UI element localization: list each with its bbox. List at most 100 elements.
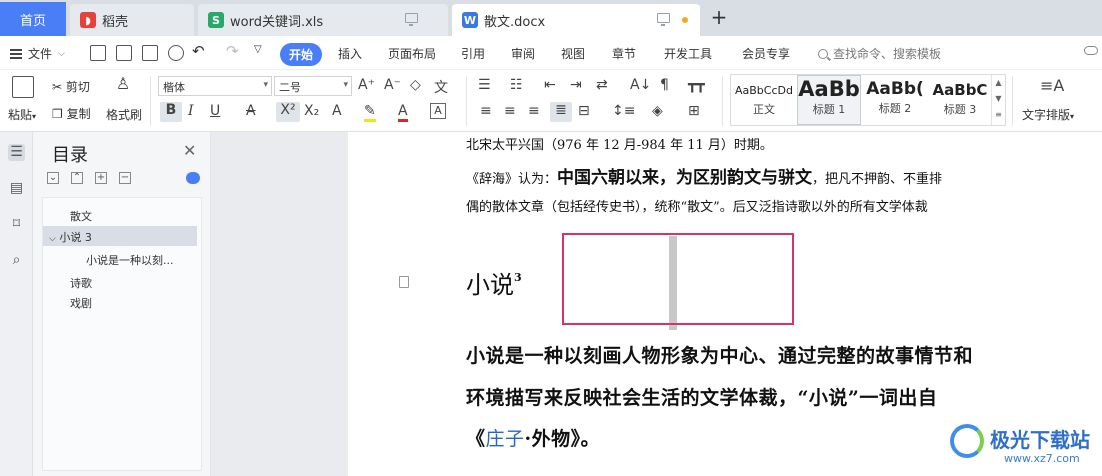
add-heading-icon[interactable]: +	[95, 172, 107, 184]
show-marks-icon[interactable]: ¶	[660, 77, 669, 93]
sort-icon[interactable]: A↓	[630, 77, 651, 93]
highlight-color-icon[interactable]: ✎	[364, 103, 376, 122]
heading-superscript: 3	[514, 271, 522, 284]
italic-icon[interactable]: I	[188, 103, 194, 119]
toc-item[interactable]: 小说是一种以刻...	[86, 252, 174, 268]
toc-title: 目录	[52, 145, 88, 166]
menu-tab-references[interactable]: 引用	[461, 45, 485, 62]
heading-novel: 小说3	[466, 265, 522, 300]
close-icon[interactable]: ✕	[183, 141, 196, 160]
bookmark-icon[interactable]: ⌑	[8, 216, 25, 233]
tab-docx-file[interactable]: W 散文.docx	[452, 4, 700, 36]
style-heading-2[interactable]: AaBb( 标题 2	[863, 75, 927, 125]
save-icon[interactable]	[90, 45, 106, 61]
text-effect-icon[interactable]: A	[332, 103, 342, 119]
menu-tab-developer[interactable]: 开发工具	[664, 45, 712, 62]
style-heading-3[interactable]: AaBbC 标题 3	[929, 75, 991, 125]
menu-tab-member[interactable]: 会员专享	[742, 45, 790, 62]
font-name-select[interactable]: 楷体 ▾	[158, 76, 272, 96]
ruler-icon[interactable]: ┳┳	[688, 77, 705, 93]
tab-daoke[interactable]: ◗ 稻壳	[70, 4, 194, 36]
chinese-layout-icon[interactable]: ⇄	[596, 77, 608, 93]
tab-home-label: 首页	[19, 13, 46, 29]
cut-button[interactable]: ✂ 剪切	[52, 78, 90, 95]
char-border-icon[interactable]: A	[430, 103, 446, 119]
ribbon-separator	[150, 76, 151, 126]
search-icon[interactable]: ⌕	[8, 252, 25, 269]
remove-heading-icon[interactable]: −	[119, 172, 131, 184]
menu-tab-page-layout[interactable]: 页面布局	[388, 45, 436, 62]
paste-button[interactable]: 粘贴▾	[8, 106, 36, 123]
borders-icon[interactable]: ⊞	[688, 103, 700, 119]
align-left-icon[interactable]: ≡	[480, 103, 492, 119]
chapter-nav-icon[interactable]: ▤	[8, 180, 25, 197]
align-center-icon[interactable]: ≡	[504, 103, 516, 119]
menu-tab-review[interactable]: 审阅	[511, 45, 535, 62]
pinyin-guide-icon[interactable]: 文	[434, 77, 448, 97]
print-icon[interactable]	[142, 45, 158, 61]
bold-icon[interactable]: B	[160, 102, 182, 122]
menu-tab-chapter[interactable]: 章节	[612, 45, 636, 62]
command-search[interactable]: 查找命令、搜索模板	[818, 45, 941, 62]
subscript-icon[interactable]: X₂	[304, 103, 319, 119]
chevron-down-icon: ▾	[343, 80, 348, 90]
underline-icon[interactable]: U	[210, 103, 220, 119]
tab-xls-file[interactable]: S word关键词.xls	[198, 4, 448, 36]
chevron-down-icon: ▼	[995, 94, 1002, 103]
new-tab-button[interactable]: +	[708, 6, 730, 30]
bullet-list-icon[interactable]: ☰	[478, 77, 491, 93]
decrease-font-icon[interactable]: A⁻	[384, 77, 401, 93]
print-preview-icon[interactable]	[168, 45, 184, 61]
paragraph-marker-icon[interactable]	[399, 276, 409, 288]
shading-icon[interactable]: ◈	[652, 103, 663, 119]
monitor-icon[interactable]	[405, 13, 418, 26]
line-spacing-icon[interactable]: ↕≡	[612, 103, 635, 119]
sync-icon[interactable]	[186, 172, 200, 184]
text-line: 偶的散体文章（包括经传史书），统称“散文”。后又泛指诗歌以外的所有文学体裁	[466, 200, 928, 215]
distributed-icon[interactable]: ⊟	[578, 103, 590, 119]
style-label: 标题 1	[812, 103, 846, 116]
ribbon-separator	[466, 76, 467, 126]
bold-text-span: 中国六朝以来，为区别韵文与骈文	[557, 168, 813, 188]
export-pdf-icon[interactable]	[116, 45, 132, 61]
text-layout-button[interactable]: 文字排版▾	[1022, 106, 1074, 123]
font-color-icon[interactable]: A	[398, 103, 408, 122]
site-watermark: 极光下载站 www.xz7.com	[950, 420, 1100, 474]
cloud-icon[interactable]	[1084, 46, 1098, 55]
undo-icon[interactable]: ↶	[192, 42, 205, 60]
increase-indent-icon[interactable]: ⇥	[570, 77, 582, 93]
toc-item[interactable]: 戏剧	[70, 295, 92, 311]
strikethrough-icon[interactable]: A	[246, 103, 256, 119]
toc-item-selected[interactable]: ⌵ 小说 3	[43, 226, 197, 246]
tab-home[interactable]: 首页	[0, 2, 66, 36]
toc-item[interactable]: 散文	[70, 208, 92, 224]
toc-item[interactable]: 诗歌	[70, 275, 92, 291]
justify-icon[interactable]: ≣	[550, 102, 572, 122]
aurora-logo-icon	[950, 424, 984, 458]
copy-button[interactable]: ❐ 复制	[52, 105, 91, 122]
decrease-indent-icon[interactable]: ⇤	[544, 77, 556, 93]
menu-tab-start[interactable]: 开始	[280, 43, 323, 66]
toc-icon[interactable]: ☰	[8, 144, 25, 161]
redo-icon[interactable]: ↷	[226, 42, 239, 60]
chevron-down-icon: ⌵	[49, 234, 56, 244]
increase-font-icon[interactable]: A⁺	[358, 77, 375, 93]
file-menu[interactable]: 文件 ⌵	[10, 45, 65, 62]
align-right-icon[interactable]: ≡	[528, 103, 540, 119]
menu-tab-view[interactable]: 视图	[561, 45, 585, 62]
font-size-select[interactable]: 二号 ▾	[274, 76, 352, 96]
expand-all-icon[interactable]: ⌄	[47, 172, 59, 184]
menu-tab-insert[interactable]: 插入	[338, 45, 362, 62]
monitor-icon[interactable]	[657, 13, 670, 26]
style-heading-1[interactable]: AaBb 标题 1	[797, 75, 861, 125]
format-painter-button[interactable]: 格式刷	[106, 106, 142, 123]
numbered-list-icon[interactable]: ☷	[510, 77, 523, 93]
style-normal[interactable]: AaBbCcDd 正文	[733, 75, 795, 125]
text-span: ·外物》。	[524, 428, 601, 450]
superscript-icon[interactable]: X²	[276, 102, 300, 122]
quick-access-dropdown-icon[interactable]: ▽	[254, 44, 262, 55]
styles-scroll[interactable]: ▲ ▼ ≡	[991, 75, 1005, 125]
style-label: 标题 3	[943, 103, 977, 116]
collapse-all-icon[interactable]: ⌃	[71, 172, 83, 184]
clear-format-icon[interactable]: ◇	[410, 77, 421, 93]
